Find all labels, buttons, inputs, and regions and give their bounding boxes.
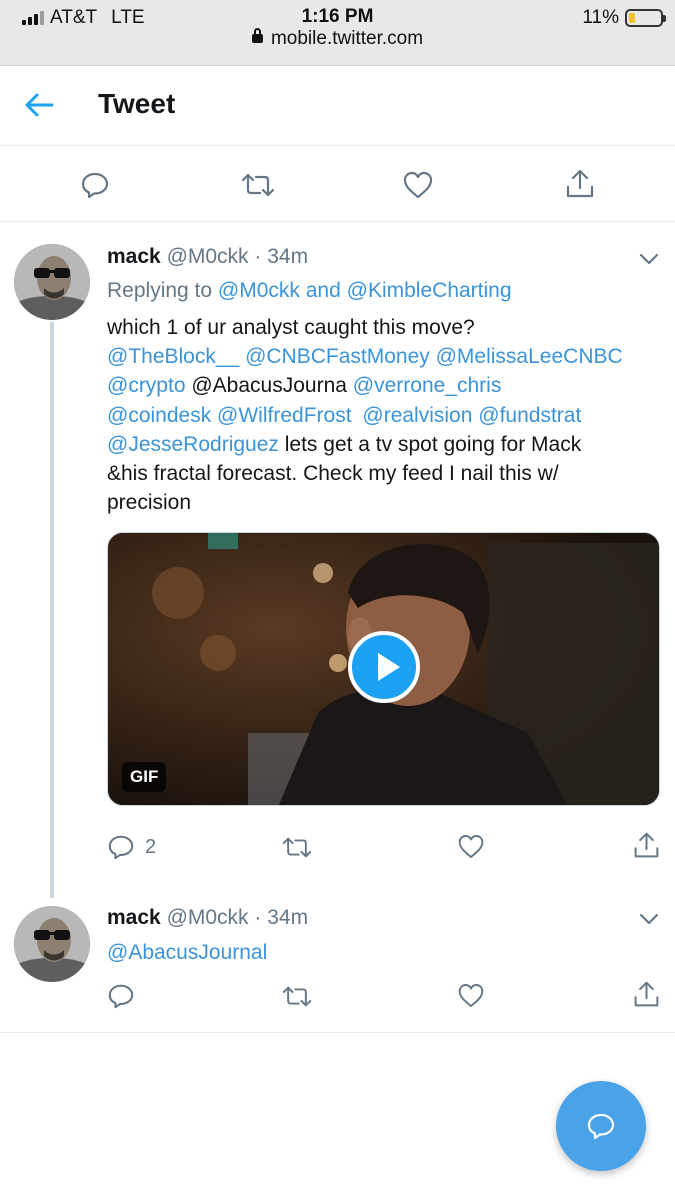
avatar[interactable] [14, 244, 90, 320]
share-icon [634, 832, 659, 858]
reply-count: 2 [145, 835, 157, 858]
page-title: Tweet [98, 88, 176, 119]
retweet-button[interactable] [281, 985, 313, 1008]
mention-link[interactable]: @CNBCFastMoney [245, 345, 430, 368]
tweet-text-fragment: lets get a tv spot going for Mack [284, 432, 582, 456]
play-button[interactable] [348, 631, 420, 703]
mention-link[interactable]: @WilfredFrost [217, 404, 352, 427]
mention-link[interactable]: @TheBlock__ [107, 345, 239, 368]
share-icon [566, 169, 594, 198]
chevron-down-icon [639, 253, 659, 265]
back-button[interactable] [22, 90, 56, 120]
reply-button[interactable] [80, 170, 110, 200]
tweet-timestamp[interactable]: · 34m [254, 906, 308, 929]
tweet-timestamp[interactable]: · 34m [254, 245, 308, 268]
chevron-down-icon [639, 913, 659, 925]
mention-link[interactable]: @realvision [362, 404, 472, 427]
heart-icon [403, 171, 433, 199]
tweet-text: which 1 of ur analyst caught this move? … [107, 313, 667, 517]
address-bar[interactable]: mobile.twitter.com [0, 28, 675, 50]
reply-icon [81, 172, 109, 199]
main-tweet-action-bar [0, 146, 675, 222]
thread-connector-line [50, 322, 54, 898]
user-avatar-image [14, 906, 90, 982]
retweet-icon [282, 986, 312, 1007]
replying-to: Replying to @M0ckk and @KimbleCharting [107, 279, 512, 303]
mention-link[interactable]: @coindesk [107, 404, 211, 427]
reply-icon [108, 984, 134, 1009]
mention-link[interactable]: @verrone_chris [353, 374, 502, 397]
heart-icon [458, 984, 484, 1007]
reply-icon [108, 835, 134, 860]
tweet-header: mack @M0ckk · 34m [107, 245, 308, 269]
share-button[interactable] [564, 168, 596, 200]
retweet-button[interactable] [281, 836, 313, 859]
tweet-header: mack @M0ckk · 34m [107, 906, 308, 930]
display-name[interactable]: mack [107, 906, 161, 929]
replying-to-label: Replying to [107, 279, 213, 302]
tweet-text-line: which 1 of ur analyst caught this move? [107, 316, 475, 339]
battery-percent: 11% [582, 7, 619, 28]
gif-badge: GIF [122, 762, 167, 792]
status-time: 1:16 PM [301, 6, 374, 27]
retweet-button[interactable] [240, 172, 276, 198]
mention-link[interactable]: @AbacusJournal [107, 938, 667, 967]
mention-link[interactable]: @fundstrat [478, 404, 581, 427]
share-icon [634, 981, 659, 1007]
battery-info: 11% [582, 7, 666, 29]
reply-button[interactable] [107, 982, 135, 1010]
user-avatar-image [14, 244, 90, 320]
mention-link[interactable]: @MelissaLeeCNBC [436, 345, 623, 368]
mention-link[interactable]: @M0ckk [218, 279, 300, 302]
page-header: Tweet [0, 66, 675, 146]
mention-link[interactable]: @JesseRodriguez [107, 433, 279, 456]
mention-link[interactable]: @KimbleCharting [347, 279, 512, 302]
gif-media[interactable]: GIF [107, 532, 660, 806]
user-handle[interactable]: @M0ckk [167, 245, 249, 268]
battery-icon [625, 9, 666, 27]
url-text: mobile.twitter.com [270, 28, 424, 49]
display-name[interactable]: mack [107, 245, 161, 268]
retweet-icon [282, 837, 312, 858]
tweet-menu-button[interactable] [638, 912, 660, 926]
tweet-text-fragment: @AbacusJourna [191, 374, 347, 398]
avatar[interactable] [14, 906, 90, 982]
like-button[interactable] [402, 170, 434, 200]
reply-icon [587, 1113, 615, 1140]
share-button[interactable] [632, 831, 661, 860]
like-button[interactable] [457, 833, 485, 860]
tweet-text-line: &his fractal forecast. Check my feed I n… [107, 462, 559, 486]
share-button[interactable] [632, 980, 661, 1009]
lock-icon [251, 28, 263, 43]
replying-and: and [305, 279, 341, 302]
retweet-icon [241, 173, 275, 197]
tweet-text: @AbacusJournal [107, 938, 667, 967]
user-handle[interactable]: @M0ckk [167, 906, 249, 929]
tweet-text-line: precision [107, 491, 192, 515]
heart-icon [458, 835, 484, 858]
reply-button[interactable]: 2 [107, 833, 156, 861]
tweet-menu-button[interactable] [638, 252, 660, 266]
like-button[interactable] [457, 982, 485, 1009]
divider [0, 1032, 675, 1033]
arrow-left-icon [25, 93, 54, 117]
ios-status-bar: AT&T LTE 1:16 PM mobile.twitter.com 11% [0, 0, 675, 66]
compose-reply-button[interactable] [556, 1081, 646, 1171]
mention-link[interactable]: @crypto [107, 374, 186, 397]
